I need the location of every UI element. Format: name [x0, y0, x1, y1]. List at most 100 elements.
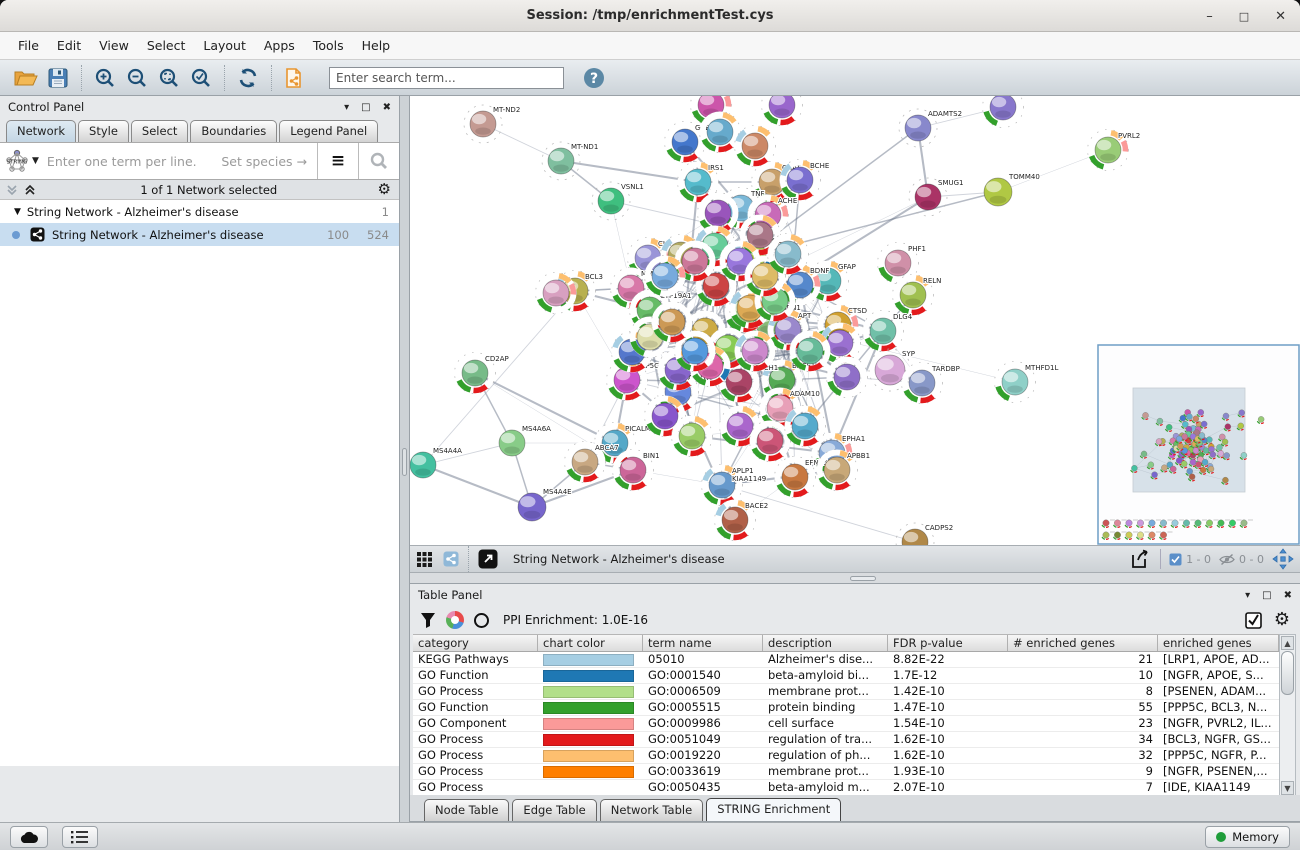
network-node[interactable]: PVRL2	[1088, 130, 1141, 171]
scrollbar-thumb[interactable]	[1281, 651, 1294, 695]
string-view-button[interactable]	[438, 544, 464, 574]
panel-menu-icon[interactable]: ▾	[1245, 590, 1250, 601]
column-header-chart-color[interactable]: chart color	[538, 635, 643, 651]
tab-edge-table[interactable]: Edge Table	[512, 799, 596, 821]
reset-charts-icon[interactable]	[474, 613, 489, 628]
collapse-all-icon[interactable]	[6, 184, 22, 196]
scroll-up-icon[interactable]: ▲	[1281, 636, 1294, 650]
tree-expand-icon[interactable]: ▼	[14, 207, 21, 217]
tab-select[interactable]: Select	[131, 120, 188, 142]
network-node[interactable]: SMUG1	[909, 178, 963, 216]
memory-button[interactable]: Memory	[1205, 826, 1290, 848]
network-node[interactable]: APBB1	[817, 450, 871, 491]
network-node[interactable]	[983, 96, 1024, 128]
menu-select[interactable]: Select	[139, 34, 194, 57]
tab-network-table[interactable]: Network Table	[600, 799, 703, 821]
table-row[interactable]: GO ProcessGO:0051049regulation of tra...…	[413, 732, 1279, 748]
filter-icon[interactable]	[420, 612, 436, 628]
table-row[interactable]: GO ComponentGO:0009986cell surface1.54E-…	[413, 716, 1279, 732]
network-node[interactable]: RELN	[893, 275, 942, 316]
refresh-button[interactable]	[232, 63, 264, 93]
table-row[interactable]: KEGG Pathways05010Alzheimer's dise...8.8…	[413, 652, 1279, 668]
zoom-selected-button[interactable]	[185, 63, 217, 93]
table-row[interactable]: GO ProcessGO:0019220regulation of ph...1…	[413, 748, 1279, 764]
network-node[interactable]: MT-ND1	[542, 142, 598, 180]
zoom-out-button[interactable]	[121, 63, 153, 93]
horizontal-splitter[interactable]	[410, 573, 1300, 583]
tab-network[interactable]: Network	[6, 120, 76, 142]
menu-apps[interactable]: Apps	[256, 34, 303, 57]
draw-charts-icon[interactable]	[446, 611, 464, 629]
float-panel-icon[interactable]: □	[361, 102, 370, 113]
close-panel-icon[interactable]: ✖	[383, 102, 391, 113]
splitter-handle[interactable]	[402, 448, 407, 476]
float-panel-icon[interactable]: □	[1262, 590, 1271, 601]
open-in-string-button[interactable]	[473, 544, 503, 574]
menu-file[interactable]: File	[10, 34, 47, 57]
table-row[interactable]: GO ProcessGO:0033619membrane prot...1.93…	[413, 764, 1279, 780]
network-node[interactable]: ADAMTS2	[899, 109, 962, 147]
network-node[interactable]: BIN1	[613, 450, 660, 491]
table-row[interactable]: GO ProcessGO:0050435beta-amyloid m...2.0…	[413, 780, 1279, 796]
task-history-button[interactable]	[62, 826, 98, 848]
table-row[interactable]: GO FunctionGO:0001540beta-amyloid bi...1…	[413, 668, 1279, 684]
network-node[interactable]	[762, 96, 803, 126]
expand-all-icon[interactable]	[24, 184, 40, 196]
grid-view-button[interactable]	[410, 544, 438, 574]
network-node[interactable]: MS4A6A	[499, 425, 551, 456]
title-bar[interactable]: Session: /tmp/enrichmentTest.cys – □ ✕	[0, 0, 1300, 32]
string-source-selector[interactable]: STRING ▼	[0, 147, 43, 175]
help-button[interactable]: ?	[578, 63, 610, 93]
network-node[interactable]: BCHE	[780, 160, 830, 201]
table-scrollbar[interactable]: ▲ ▼	[1279, 634, 1296, 797]
set-species-hint[interactable]: Set species →	[221, 154, 317, 169]
gear-icon[interactable]: ⚙	[1274, 611, 1290, 629]
network-node[interactable]: CD2AP	[455, 353, 509, 394]
column-header--enriched-genes[interactable]: # enriched genes	[1008, 635, 1158, 651]
string-search-button[interactable]	[359, 151, 399, 171]
column-header-description[interactable]: description	[763, 635, 888, 651]
open-session-button[interactable]	[10, 63, 42, 93]
tab-legend-panel[interactable]: Legend Panel	[279, 120, 378, 142]
menu-edit[interactable]: Edit	[49, 34, 89, 57]
zoom-fit-button[interactable]	[153, 63, 185, 93]
network-collection-row[interactable]: ▼ String Network - Alzheimer's disease 1	[0, 200, 399, 223]
network-node[interactable]	[785, 406, 826, 447]
network-from-file-button[interactable]	[279, 63, 311, 93]
network-node[interactable]: TARDBP	[902, 363, 960, 404]
tab-string-enrichment[interactable]: STRING Enrichment	[706, 798, 841, 821]
table-row[interactable]: GO ProcessGO:0006509membrane prot...1.42…	[413, 684, 1279, 700]
network-node[interactable]: CADPS2	[896, 523, 953, 545]
network-node[interactable]: TOMM40	[984, 173, 1040, 206]
network-node[interactable]	[768, 234, 809, 275]
network-node[interactable]	[735, 126, 776, 167]
select-all-checkbox-icon[interactable]	[1245, 612, 1262, 629]
close-panel-icon[interactable]: ✖	[1284, 590, 1292, 601]
export-network-icon[interactable]	[1130, 549, 1152, 569]
column-header-enriched-genes[interactable]: enriched genes	[1158, 635, 1279, 651]
string-options-menu-icon[interactable]: ≡	[318, 151, 358, 171]
network-node[interactable]: DLG4	[863, 311, 913, 352]
string-query-input[interactable]	[43, 154, 221, 169]
table-row[interactable]: GO FunctionGO:0005515protein binding1.47…	[413, 700, 1279, 716]
panel-menu-icon[interactable]: ▾	[344, 102, 349, 113]
tab-style[interactable]: Style	[78, 120, 129, 142]
network-node[interactable]: MS4A4A	[410, 447, 462, 478]
network-node[interactable]: BACE2	[715, 500, 769, 541]
network-row-selected[interactable]: String Network - Alzheimer's disease 100…	[0, 223, 399, 246]
network-node[interactable]: MS4A4E	[518, 488, 572, 521]
tab-node-table[interactable]: Node Table	[424, 799, 509, 821]
column-header-term-name[interactable]: term name	[643, 635, 763, 651]
maximize-button[interactable]: □	[1239, 10, 1249, 23]
birdseye-toggle-icon[interactable]	[1272, 548, 1294, 570]
vertical-splitter[interactable]	[400, 96, 410, 822]
tab-boundaries[interactable]: Boundaries	[190, 120, 277, 142]
menu-view[interactable]: View	[91, 34, 137, 57]
column-header-category[interactable]: category	[413, 635, 538, 651]
menu-layout[interactable]: Layout	[195, 34, 254, 57]
splitter-handle[interactable]	[850, 576, 876, 581]
close-button[interactable]: ✕	[1275, 9, 1286, 24]
menu-help[interactable]: Help	[354, 34, 399, 57]
network-node[interactable]: VSNL1	[592, 182, 644, 220]
cloud-button[interactable]	[10, 826, 48, 848]
